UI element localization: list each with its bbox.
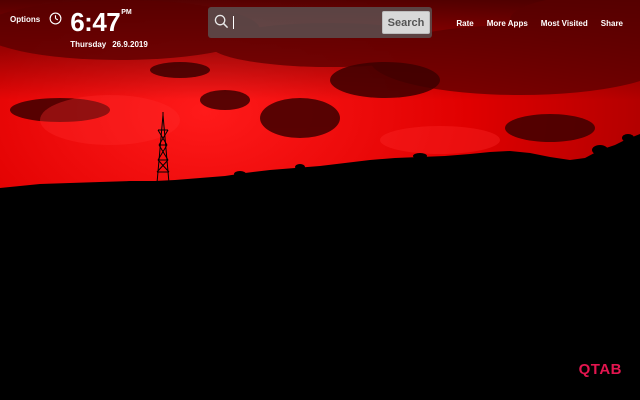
qtab-logo[interactable]: QTAB (579, 361, 622, 378)
nav-rate[interactable]: Rate (456, 19, 473, 28)
top-left-widgets: Options 6:47 PM Thursday 26.9.2019 (10, 8, 148, 49)
nav-share[interactable]: Share (601, 19, 623, 28)
nav-more-apps[interactable]: More Apps (487, 19, 528, 28)
search-icon (214, 14, 229, 29)
search-bar: Search (208, 7, 432, 38)
options-button[interactable]: Options (10, 15, 40, 24)
clock-day: Thursday (70, 40, 107, 49)
clock-time: 6:47 (70, 7, 121, 37)
wallpaper-red-sky-silhouette (0, 0, 640, 400)
clock-ampm: PM (121, 9, 132, 16)
top-nav: Rate More Apps Most Visited Share (443, 19, 623, 28)
nav-most-visited[interactable]: Most Visited (541, 19, 588, 28)
new-tab-page: Options 6:47 PM Thursday 26.9.2019 Searc… (0, 0, 640, 400)
search-button[interactable]: Search (382, 11, 430, 34)
clock-date: 26.9.2019 (112, 40, 148, 49)
search-input[interactable] (232, 12, 382, 31)
clock-icon[interactable] (49, 12, 62, 25)
clock-widget: 6:47 PM Thursday 26.9.2019 (70, 8, 148, 49)
text-cursor (233, 16, 234, 29)
